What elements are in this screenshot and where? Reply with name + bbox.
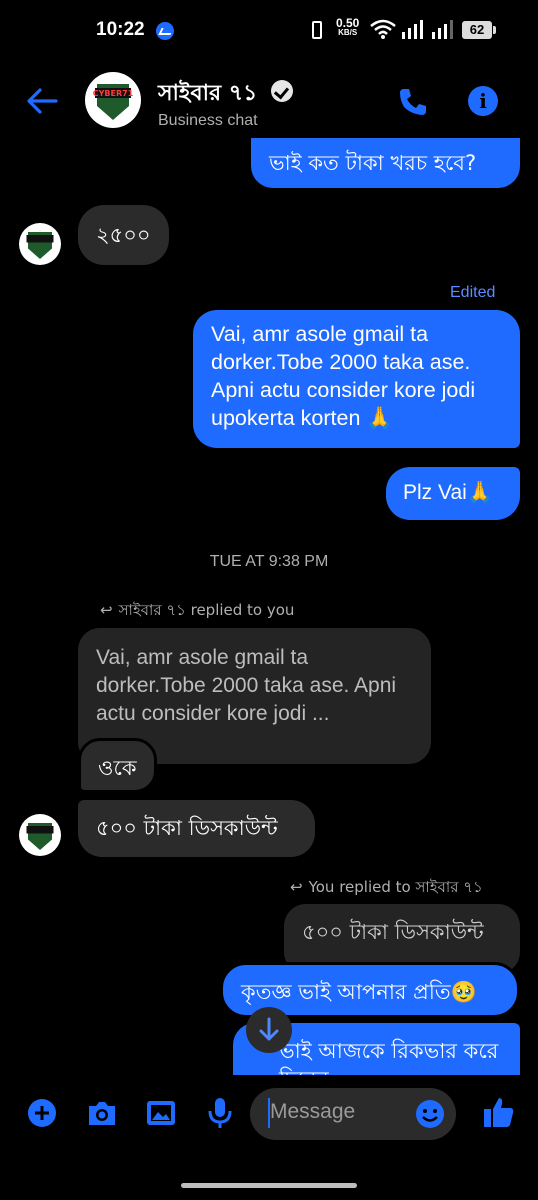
messenger-notification-icon — [156, 22, 174, 40]
verified-badge-icon — [271, 80, 293, 102]
reply-note: ↩ You replied to সাইবার ৭১ — [290, 876, 483, 901]
signal-1-icon — [402, 20, 423, 39]
logo-text: CYBER71 — [93, 89, 134, 98]
signal-2-icon — [432, 20, 453, 39]
home-indicator[interactable] — [181, 1183, 357, 1188]
time-separator: TUE AT 9:38 PM — [209, 553, 329, 570]
message-placeholder[interactable]: Message — [270, 1100, 355, 1124]
reply-arrow-icon: ↩ — [290, 879, 303, 896]
incoming-message[interactable]: ওকে — [78, 738, 157, 793]
outgoing-message[interactable]: Plz Vai🙏 — [386, 467, 520, 520]
scroll-to-bottom-button[interactable] — [246, 1007, 292, 1053]
business-chat-label: Business chat — [158, 112, 258, 129]
reply-note-text: সাইবার ৭১ replied to you — [118, 601, 295, 619]
info-icon[interactable]: i — [468, 86, 498, 116]
net-speed-value: 0.50 — [336, 16, 360, 30]
edited-label: Edited — [450, 284, 496, 301]
image-icon[interactable] — [146, 1099, 176, 1127]
contact-avatar-small[interactable] — [19, 814, 61, 856]
net-speed-unit: KB/S — [338, 28, 358, 37]
incoming-message[interactable]: ২৫০০ — [78, 205, 169, 265]
thumbs-up-icon[interactable] — [482, 1095, 516, 1129]
network-speed: 0.50 KB/S — [336, 16, 360, 38]
microphone-icon[interactable] — [207, 1097, 233, 1129]
outgoing-message[interactable]: Vai, amr asole gmail ta dorker.Tobe 2000… — [193, 310, 520, 448]
plus-circle-icon[interactable] — [27, 1098, 57, 1128]
cyber71-logo — [26, 232, 54, 259]
contact-avatar-small[interactable] — [19, 223, 61, 265]
battery-indicator: 62 — [462, 21, 496, 39]
camera-icon[interactable] — [86, 1099, 118, 1127]
reply-arrow-icon: ↩ — [100, 602, 113, 619]
back-arrow-icon[interactable] — [26, 86, 58, 116]
status-time: 10:22 — [96, 19, 145, 40]
arrow-down-icon — [259, 1017, 279, 1041]
incoming-message[interactable]: ৫০০ টাকা ডিসকাউন্ট — [78, 800, 315, 857]
contact-name[interactable]: সাইবার ৭১ — [158, 76, 257, 113]
reply-note-text: You replied to সাইবার ৭১ — [308, 878, 483, 896]
phone-icon[interactable] — [397, 86, 429, 118]
emoji-icon[interactable] — [415, 1099, 445, 1129]
contact-avatar[interactable]: CYBER71 — [85, 72, 141, 128]
reply-note: ↩ সাইবার ৭১ replied to you — [100, 599, 294, 624]
wifi-icon — [370, 19, 396, 39]
outgoing-message[interactable]: ভাই কত টাকা খরচ হবে? — [251, 138, 520, 188]
cyber71-logo — [26, 823, 54, 850]
cyber71-logo: CYBER71 — [93, 84, 134, 120]
vibrate-icon — [312, 21, 322, 39]
